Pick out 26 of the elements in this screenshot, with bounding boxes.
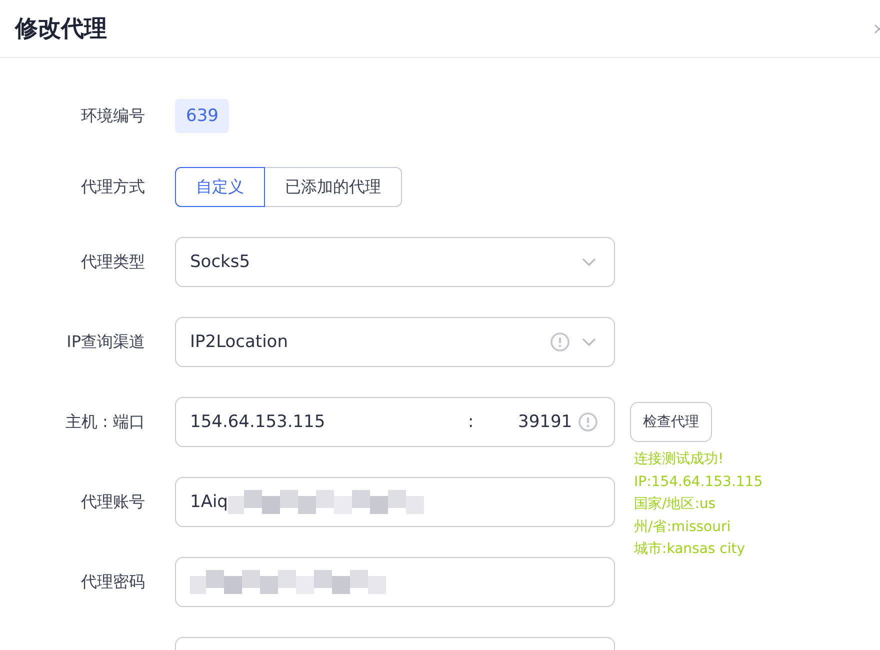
test-result-line: 国家/地区:us: [634, 495, 717, 514]
chevron-down-icon: [582, 258, 596, 266]
select-field[interactable]: Socks5: [175, 237, 615, 287]
test-result-line: 连接测试成功!: [634, 450, 725, 469]
field-label: 代理类型: [81, 252, 145, 270]
info-icon: [578, 412, 598, 432]
field-label: 主机 : 端口: [65, 412, 145, 430]
close-icon[interactable]: [874, 22, 880, 34]
field-label: 代理密码: [81, 572, 145, 590]
field-label: 代理账号: [81, 492, 145, 510]
host-port-field[interactable]: 154.64.153.115 : 39191: [175, 397, 615, 447]
dialog-title: 修改代理: [15, 15, 107, 44]
chevron-down-icon: [582, 338, 596, 346]
segment-tab[interactable]: 自定义: [175, 167, 265, 207]
id-badge: 639: [175, 99, 230, 133]
segment-tab[interactable]: 已添加的代理: [264, 167, 402, 207]
field-label: IP查询渠道: [66, 332, 145, 350]
check-proxy-button[interactable]: 检查代理: [630, 402, 712, 442]
field-label: 环境编号: [81, 106, 145, 124]
test-result-line: 州/省:missouri: [634, 518, 732, 536]
test-result-line: IP:154.64.153.115: [634, 472, 763, 492]
text-input-field[interactable]: [175, 557, 615, 607]
field-label: 代理方式: [81, 176, 145, 196]
text-input-field[interactable]: 1Aiq: [175, 477, 615, 527]
test-result-line: 城市:kansas city: [634, 540, 746, 559]
select-field[interactable]: IP2Location: [175, 317, 615, 367]
